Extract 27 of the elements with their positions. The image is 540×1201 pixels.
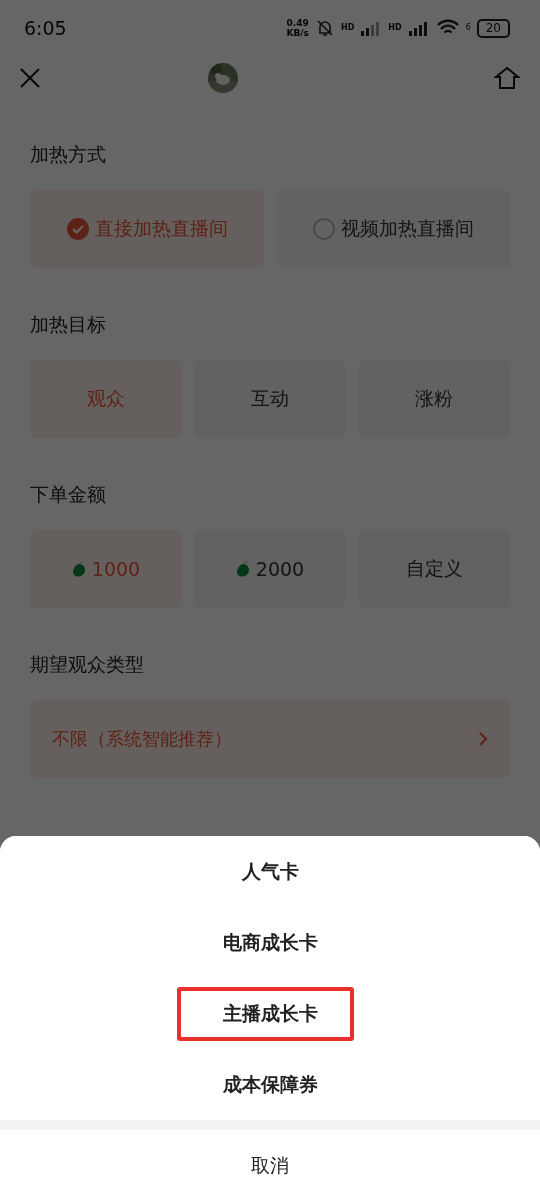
battery-indicator: 20: [476, 18, 510, 38]
clock: 6:05: [24, 17, 68, 39]
section-title: 加热目标: [30, 312, 107, 337]
option-button[interactable]: 2000: [194, 530, 346, 608]
close-icon[interactable]: [18, 66, 42, 90]
signal-icon: [407, 20, 430, 36]
net-speed-unit: KB/s: [286, 28, 309, 38]
radio-unchecked-icon: [312, 218, 335, 240]
radio-checked-icon: [66, 218, 89, 240]
bell-muted-icon: [314, 18, 335, 38]
network-type-label: HD: [388, 24, 402, 32]
option-button[interactable]: 互动: [194, 360, 346, 438]
audience-type-selector[interactable]: 不限（系统智能推荐）: [30, 700, 510, 778]
option-button[interactable]: 观众: [30, 360, 182, 438]
option-button[interactable]: 直接加热直播间: [30, 190, 264, 268]
net-speed: 0.49: [286, 18, 309, 28]
section-title: 期望观众类型: [30, 652, 145, 677]
section-title: 下单金额: [30, 482, 107, 507]
wifi-label: 6: [465, 24, 471, 32]
option-button[interactable]: 自定义: [358, 530, 510, 608]
section-title: 加热方式: [30, 142, 107, 167]
chevron-right-icon: [478, 731, 488, 747]
option-button[interactable]: 1000: [30, 530, 182, 608]
option-button[interactable]: 视频加热直播间: [276, 190, 510, 268]
option-button[interactable]: 涨粉: [358, 360, 510, 438]
home-icon[interactable]: [494, 66, 520, 90]
network-type-label: HD: [340, 24, 355, 32]
